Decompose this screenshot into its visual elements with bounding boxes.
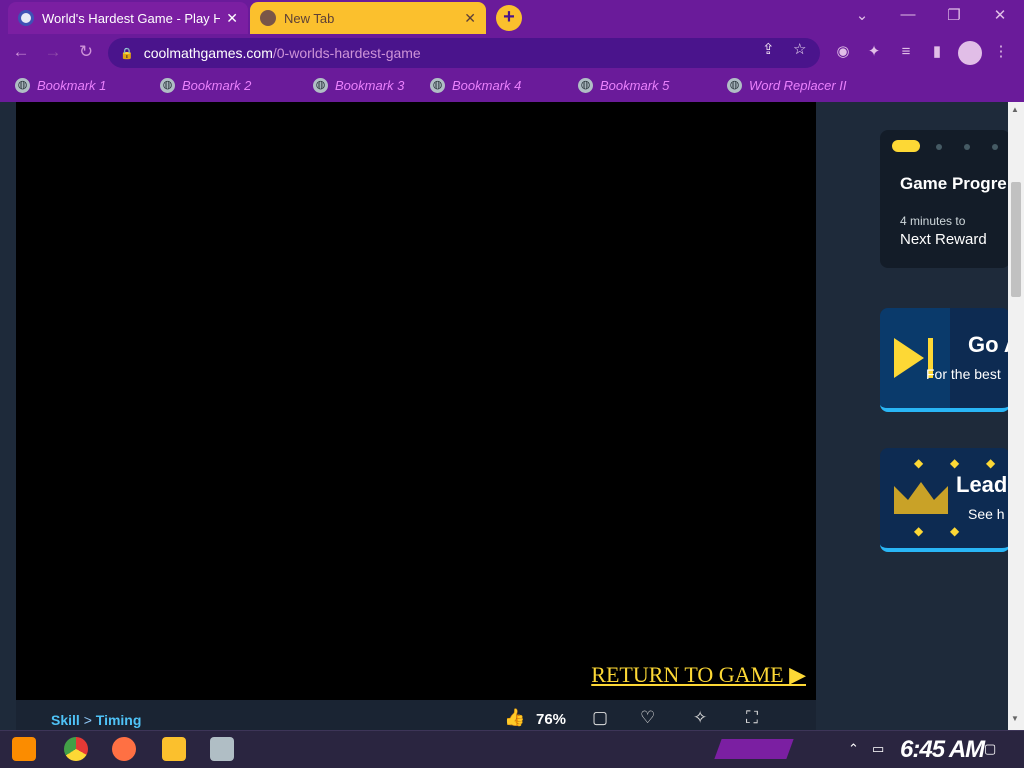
favorite-heart-icon[interactable]: ♡ <box>640 708 655 728</box>
scroll-down-icon[interactable]: ▼ <box>1011 714 1019 723</box>
bookmark-star-icon[interactable]: ☆ <box>793 40 806 58</box>
taskbar: ⌃ ▭ 6:45 AM ▢ <box>0 730 1024 768</box>
network-icon[interactable]: ▭ <box>872 741 884 757</box>
breadcrumb-separator: > <box>83 712 92 728</box>
extensions-puzzle-icon[interactable]: ✦ <box>863 41 885 63</box>
bookmark-item[interactable]: ◍ Bookmark 5 <box>578 78 669 93</box>
chrome-favicon-icon <box>260 10 276 26</box>
thumbs-up-icon[interactable]: 👍 <box>504 708 525 728</box>
start-button-icon[interactable] <box>12 737 36 761</box>
share-icon[interactable]: ⇪ <box>762 40 775 58</box>
globe-icon: ◍ <box>15 78 30 93</box>
star-icon: ◆ <box>914 524 924 538</box>
game-frame[interactable]: RETURN TO GAME ▶ <box>16 102 816 700</box>
bookmark-label: Word Replacer II <box>749 78 847 93</box>
close-tab-icon[interactable]: ✕ <box>464 10 476 27</box>
leaderboard-card[interactable]: ◆ ◆ ◆ ◆ ◆ Lead See h <box>880 448 1010 552</box>
progress-dot <box>936 144 942 150</box>
tab-strip: World's Hardest Game - Play H ✕ New Tab … <box>0 0 1024 34</box>
app-window-icon[interactable] <box>210 737 234 761</box>
bookmarks-bar: ◍ Bookmark 1 ◍ Bookmark 2 ◍ Bookmark 3 ◍ Boo… <box>0 72 1024 102</box>
bookmark-label: Bookmark 4 <box>452 78 522 93</box>
new-tab-button[interactable]: + <box>496 5 522 31</box>
reload-icon[interactable]: ↻ <box>75 42 97 62</box>
back-icon[interactable]: ← <box>10 42 32 62</box>
star-icon: ◆ <box>950 524 960 538</box>
url-path: /0-worlds-hardest-game <box>272 45 421 61</box>
globe-icon: ◍ <box>727 78 742 93</box>
comment-icon[interactable]: ▢ <box>592 708 608 728</box>
reading-list-icon[interactable]: ≡ <box>895 41 917 63</box>
clock[interactable]: 6:45 AM <box>900 736 985 764</box>
go-ad-free-subtitle: For the best <box>926 366 1001 382</box>
globe-icon: ◍ <box>430 78 445 93</box>
bookmark-item[interactable]: ◍ Word Replacer II <box>727 78 847 93</box>
tab-new-tab[interactable]: New Tab ✕ <box>250 2 486 34</box>
progress-toggle <box>892 140 920 152</box>
leaderboard-title: Lead <box>956 472 1008 497</box>
bookmark-item[interactable]: ◍ Bookmark 3 <box>313 78 404 93</box>
close-tab-icon[interactable]: ✕ <box>226 10 238 27</box>
address-bar[interactable]: 🔒 coolmathgames.com/0-worlds-hardest-gam… <box>108 38 820 68</box>
globe-icon: ◍ <box>313 78 328 93</box>
tab-worlds-hardest-game[interactable]: World's Hardest Game - Play H ✕ <box>8 2 248 34</box>
go-ad-free-title: Go A <box>968 332 1010 357</box>
tab-search-icon[interactable]: ⌄ <box>850 6 874 24</box>
tab-title: New Tab <box>284 10 335 26</box>
scroll-up-icon[interactable]: ▲ <box>1011 105 1019 114</box>
lock-icon[interactable]: 🔒 <box>120 47 134 60</box>
coolmath-favicon-icon <box>18 10 34 26</box>
progress-dot <box>964 144 970 150</box>
bookmark-item[interactable]: ◍ Bookmark 2 <box>160 78 251 93</box>
bookmark-label: Bookmark 5 <box>600 78 670 93</box>
return-to-game-link[interactable]: RETURN TO GAME ▶ <box>591 662 806 688</box>
progress-dot <box>992 144 998 150</box>
sparkle-icon[interactable]: ✧ <box>693 708 707 728</box>
game-action-bar: Skill > Timing 👍 76% ▢ ♡ ✧ ⛶ <box>16 700 816 730</box>
bookmark-label: Bookmark 1 <box>37 78 107 93</box>
rating-percent: 76% <box>536 711 567 728</box>
leaderboard-subtitle: See h <box>968 506 1005 522</box>
bookmark-label: Bookmark 2 <box>182 78 252 93</box>
url-host: coolmathgames.com <box>143 45 273 61</box>
globe-icon: ◍ <box>578 78 593 93</box>
restore-button[interactable]: ❐ <box>942 6 966 24</box>
forward-icon[interactable]: → <box>42 42 64 62</box>
breadcrumb-parent[interactable]: Skill <box>51 712 80 728</box>
chrome-taskbar-icon[interactable] <box>64 737 88 761</box>
bookmark-item[interactable]: ◍ Bookmark 4 <box>430 78 521 93</box>
file-explorer-icon[interactable] <box>162 737 186 761</box>
menu-kebab-icon[interactable]: ⋮ <box>990 41 1012 63</box>
star-icon: ◆ <box>914 456 924 470</box>
play-icon <box>894 338 924 378</box>
star-icon: ◆ <box>950 456 960 470</box>
side-panel-icon[interactable]: ▮ <box>926 41 948 63</box>
bookmark-item[interactable]: ◍ Bookmark 1 <box>15 78 106 93</box>
progress-title: Game Progre <box>900 174 1007 193</box>
firefox-taskbar-icon[interactable] <box>112 737 136 761</box>
profile-avatar-icon[interactable] <box>958 41 982 65</box>
extension-avatar-icon[interactable]: ◉ <box>832 41 854 63</box>
game-progress-card[interactable]: Game Progre 4 minutes to Next Reward <box>880 130 1010 268</box>
globe-icon: ◍ <box>160 78 175 93</box>
page-scrollbar[interactable]: ▲ ▼ <box>1008 102 1024 730</box>
tray-chevron-icon[interactable]: ⌃ <box>848 741 859 757</box>
taskbar-accent <box>714 739 794 759</box>
browser-toolbar: ← → ↻ 🔒 coolmathgames.com/0-worlds-harde… <box>0 34 1024 72</box>
star-icon: ◆ <box>986 456 996 470</box>
notifications-icon[interactable]: ▢ <box>984 741 996 757</box>
bookmark-label: Bookmark 3 <box>335 78 405 93</box>
progress-reward: Next Reward <box>900 231 987 248</box>
close-window-button[interactable]: ✕ <box>988 6 1012 24</box>
fullscreen-icon[interactable]: ⛶ <box>746 708 758 728</box>
minimize-button[interactable]: — <box>896 6 920 23</box>
breadcrumb-current[interactable]: Timing <box>96 712 142 728</box>
scroll-thumb[interactable] <box>1011 182 1021 297</box>
go-ad-free-card[interactable]: Go A For the best <box>880 308 1010 412</box>
page-content: RETURN TO GAME ▶ Skill > Timing 👍 76% ▢ … <box>0 102 1024 730</box>
progress-subtitle: 4 minutes to <box>900 214 966 228</box>
breadcrumb: Skill > Timing <box>51 712 141 728</box>
tab-title: World's Hardest Game - Play H <box>42 10 221 26</box>
crown-icon <box>894 482 948 514</box>
